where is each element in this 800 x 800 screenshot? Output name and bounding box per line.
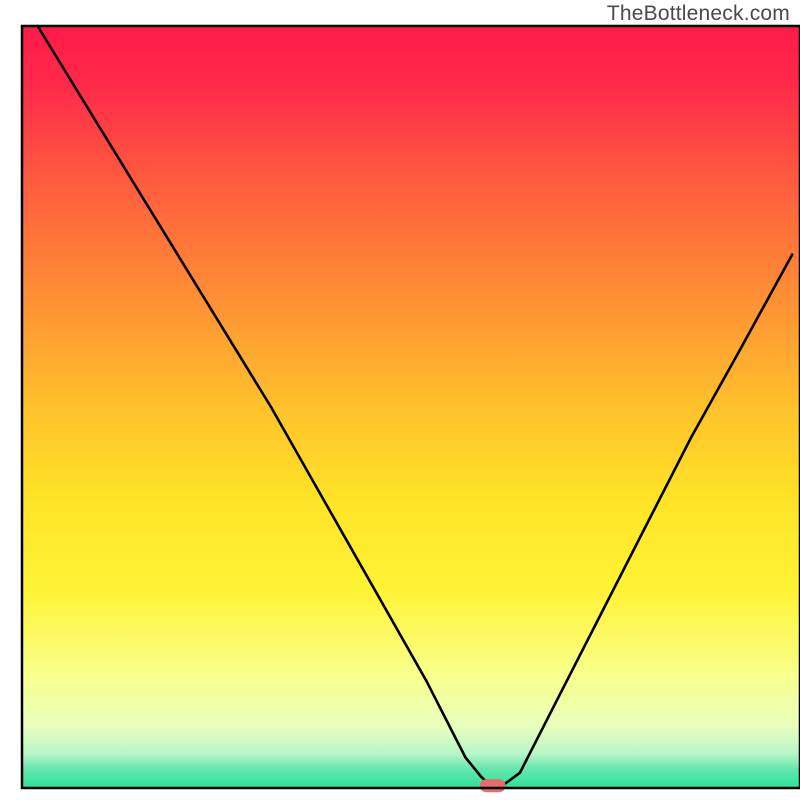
chart-container: TheBottleneck.com [0,0,800,800]
bottleneck-chart [0,0,800,800]
gradient-background [22,26,800,788]
watermark-text: TheBottleneck.com [607,2,790,26]
min-marker [480,779,506,792]
